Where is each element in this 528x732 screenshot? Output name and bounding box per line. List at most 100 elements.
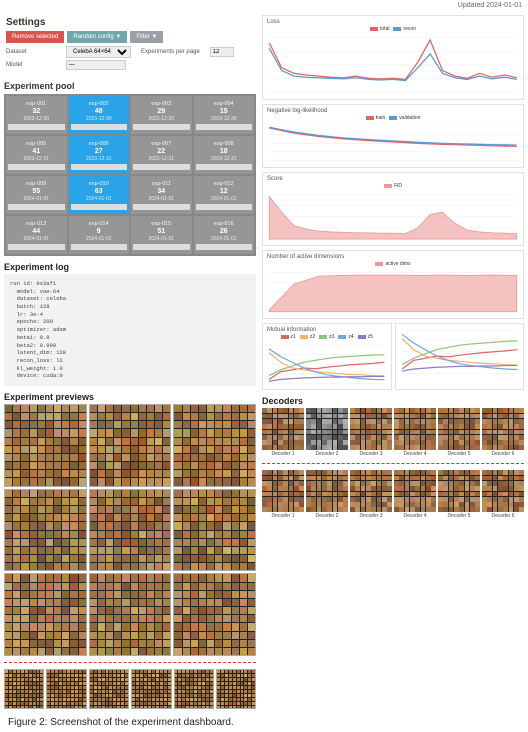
decoder-label: Decoder 6 xyxy=(482,513,524,519)
thumb-grid[interactable] xyxy=(174,669,214,709)
decoder-block[interactable]: Decoder 1 xyxy=(262,470,304,519)
experiment-card[interactable]: exp-007222023-12-31 xyxy=(131,136,192,174)
decoder-block[interactable]: Decoder 5 xyxy=(438,470,480,519)
legend-item: recon xyxy=(393,26,416,32)
legend-item: active dims xyxy=(375,261,410,267)
card-value: 12 xyxy=(196,188,253,195)
decoder-row-2: Decoder 1Decoder 2Decoder 3Decoder 4Deco… xyxy=(262,470,524,519)
decoder-block[interactable]: Decoder 3 xyxy=(350,470,392,519)
thumb-grid[interactable] xyxy=(4,669,44,709)
random-config-button[interactable]: Random config ▼ xyxy=(67,31,127,43)
loss-chart-title: Loss xyxy=(267,19,280,25)
thumb-grid[interactable] xyxy=(4,404,87,487)
page-input[interactable] xyxy=(210,47,234,57)
experiment-card[interactable]: exp-002482023-12-30 xyxy=(69,96,130,134)
card-statbar xyxy=(8,244,65,250)
thumb-grid[interactable] xyxy=(4,573,87,656)
thumb-grid[interactable] xyxy=(216,669,256,709)
decoder-block[interactable]: Decoder 2 xyxy=(306,408,348,457)
experiment-card[interactable]: exp-004152023-12-30 xyxy=(194,96,255,134)
decoder-block[interactable]: Decoder 5 xyxy=(438,408,480,457)
thumb-grid[interactable] xyxy=(89,573,172,656)
experiment-card[interactable]: exp-01492024-01-01 xyxy=(69,216,130,254)
card-date: 2023-12-30 xyxy=(196,116,253,122)
decoder-block[interactable]: Decoder 1 xyxy=(262,408,304,457)
card-value: 27 xyxy=(71,148,128,155)
experiment-card[interactable]: exp-005412023-12-31 xyxy=(6,136,67,174)
thumb-grid[interactable] xyxy=(46,669,86,709)
mwl-row: Mutual information z1z2z3z4z5 xyxy=(262,323,524,390)
thumb-grid[interactable] xyxy=(89,404,172,487)
thumb-grid[interactable] xyxy=(173,404,256,487)
mwl-chart-title: Mutual information xyxy=(267,327,316,333)
card-name: exp-008 xyxy=(196,141,253,147)
loss-chart: Loss totalrecon xyxy=(262,15,524,100)
card-date: 2024-01-01 xyxy=(133,236,190,242)
score-svg xyxy=(265,190,521,243)
experiment-card[interactable]: exp-003292023-12-30 xyxy=(131,96,192,134)
thumb-grid[interactable] xyxy=(173,489,256,572)
model-input[interactable] xyxy=(66,60,126,70)
filter-button[interactable]: Filter ▼ xyxy=(130,31,163,43)
experiment-card[interactable]: exp-013442024-01-01 xyxy=(6,216,67,254)
thumb-grid[interactable] xyxy=(89,489,172,572)
mwl-chart-2 xyxy=(395,323,525,390)
legend-item: z2 xyxy=(300,334,315,340)
experiment-card[interactable]: exp-008182023-12-31 xyxy=(194,136,255,174)
ndp-legend: active dims xyxy=(265,261,521,267)
dataset-label: Dataset xyxy=(6,49,56,55)
log-content: run id: 0x3af1 model: vae-64 dataset: ce… xyxy=(4,274,256,386)
decoder-row-1: Decoder 1Decoder 2Decoder 3Decoder 4Deco… xyxy=(262,408,524,457)
legend-item: z5 xyxy=(358,334,373,340)
experiment-grid: exp-001322023-12-30exp-002482023-12-30ex… xyxy=(4,94,256,256)
card-statbar xyxy=(133,204,190,210)
card-statbar xyxy=(196,204,253,210)
settings-title: Settings xyxy=(6,17,254,28)
card-statbar xyxy=(8,164,65,170)
dataset-select[interactable]: CelebA 64×64 xyxy=(66,46,131,58)
card-name: exp-005 xyxy=(8,141,65,147)
legend-item: z4 xyxy=(338,334,353,340)
thumb-grid[interactable] xyxy=(4,489,87,572)
card-date: 2023-12-31 xyxy=(71,156,128,162)
thumb-grid[interactable] xyxy=(131,669,171,709)
experiment-card[interactable]: exp-012122024-01-01 xyxy=(194,176,255,214)
ndp-svg xyxy=(265,268,521,316)
experiment-card[interactable]: exp-011342024-01-01 xyxy=(131,176,192,214)
remove-selected-button[interactable]: Remove selected xyxy=(6,31,64,43)
thumb-grid[interactable] xyxy=(173,573,256,656)
experiment-card[interactable]: exp-009552024-01-01 xyxy=(6,176,67,214)
card-name: exp-010 xyxy=(71,181,128,187)
card-name: exp-014 xyxy=(71,221,128,227)
experiment-card[interactable]: exp-015512024-01-01 xyxy=(131,216,192,254)
preview-thumbs-row2 xyxy=(4,669,256,709)
decoder-block[interactable]: Decoder 3 xyxy=(350,408,392,457)
decoder-block[interactable]: Decoder 4 xyxy=(394,408,436,457)
thumb-grid[interactable] xyxy=(89,669,129,709)
card-date: 2023-12-30 xyxy=(71,116,128,122)
experiment-card[interactable]: exp-001322023-12-30 xyxy=(6,96,67,134)
card-name: exp-003 xyxy=(133,101,190,107)
decoder-block[interactable]: Decoder 6 xyxy=(482,408,524,457)
experiment-card[interactable]: exp-016262024-01-01 xyxy=(194,216,255,254)
log-title: Experiment log xyxy=(4,260,256,274)
card-name: exp-012 xyxy=(196,181,253,187)
card-date: 2024-01-01 xyxy=(71,196,128,202)
mwl2-svg xyxy=(398,326,522,377)
experiment-card[interactable]: exp-010632024-01-01 xyxy=(69,176,130,214)
card-name: exp-006 xyxy=(71,141,128,147)
preview-thumbs xyxy=(4,404,256,656)
card-name: exp-004 xyxy=(196,101,253,107)
decoder-block[interactable]: Decoder 6 xyxy=(482,470,524,519)
card-date: 2024-01-01 xyxy=(8,196,65,202)
card-value: 63 xyxy=(71,188,128,195)
loss-legend: totalrecon xyxy=(265,26,521,32)
decoder-label: Decoder 2 xyxy=(306,513,348,519)
decoder-block[interactable]: Decoder 4 xyxy=(394,470,436,519)
decoder-block[interactable]: Decoder 2 xyxy=(306,470,348,519)
legend-item: z1 xyxy=(281,334,296,340)
decoder-label: Decoder 4 xyxy=(394,513,436,519)
experiment-card[interactable]: exp-006272023-12-31 xyxy=(69,136,130,174)
card-statbar xyxy=(133,244,190,250)
card-value: 32 xyxy=(8,108,65,115)
